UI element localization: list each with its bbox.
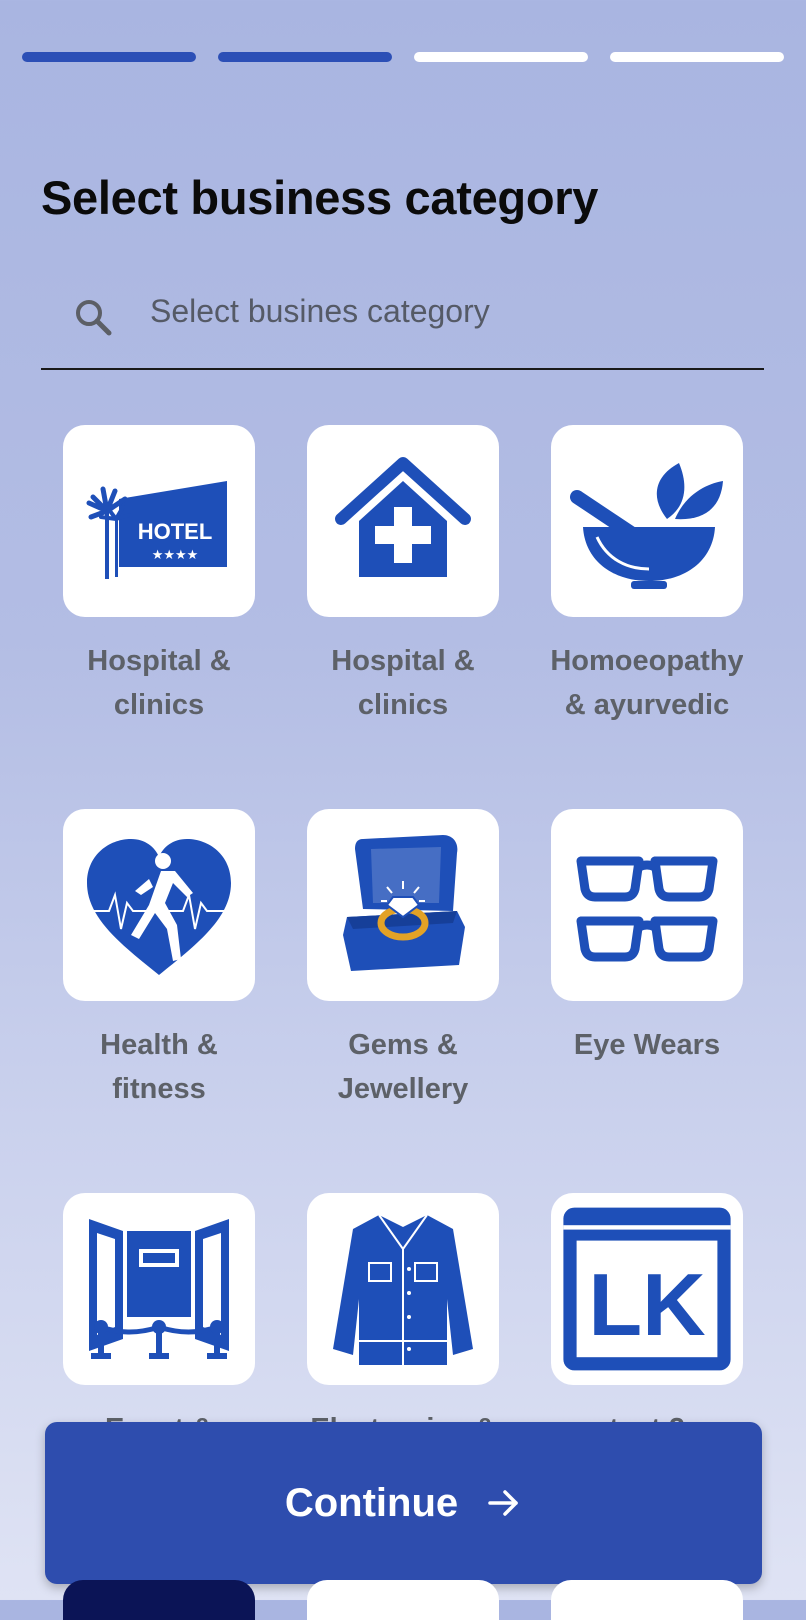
ring-box-icon: [343, 835, 465, 971]
category-tile[interactable]: HOTEL ★★★★: [63, 425, 255, 617]
next-row-tile-peek: [63, 1580, 255, 1620]
lk-logo-icon: LK: [563, 1207, 731, 1371]
progress-step-2: [218, 52, 392, 62]
search-bar[interactable]: [41, 278, 764, 370]
category-label: Hospital & clinics: [87, 645, 231, 721]
category-item[interactable]: HOTEL ★★★★ Hospital & clinics: [63, 425, 255, 727]
next-row-tile-peek: [551, 1580, 743, 1620]
category-tile[interactable]: [551, 809, 743, 1001]
category-tile[interactable]: [307, 1193, 499, 1385]
category-tile[interactable]: [63, 809, 255, 1001]
mortar-pestle-leaves-icon: [570, 463, 723, 589]
svg-text:LK: LK: [588, 1255, 705, 1354]
progress-step-4: [610, 52, 784, 62]
search-input[interactable]: [148, 278, 712, 344]
svg-text:HOTEL: HOTEL: [138, 519, 213, 544]
category-tile[interactable]: [307, 809, 499, 1001]
category-item[interactable]: Homoeopathy & ayurvedic: [550, 425, 743, 727]
continue-label: Continue: [284, 1480, 459, 1525]
category-tile[interactable]: [551, 425, 743, 617]
category-label: Eye Wears: [573, 1029, 721, 1061]
glasses-icon: [576, 856, 718, 962]
page-title: Select business category: [41, 171, 599, 224]
category-grid: HOTEL ★★★★ Hospital & clinics Hospital &…: [63, 425, 743, 1425]
progress-step-3: [414, 52, 588, 62]
category-label: Gems & Jewellery: [337, 1029, 469, 1105]
next-row-tile-peek: [307, 1580, 499, 1620]
arrow-right-icon: [488, 1490, 518, 1516]
svg-text:★★★★: ★★★★: [152, 548, 199, 563]
category-item[interactable]: Event &: [63, 1193, 255, 1425]
category-item[interactable]: Eye Wears: [551, 809, 743, 1067]
progress-indicator: [22, 52, 784, 62]
category-item[interactable]: Electronics &: [307, 1193, 499, 1425]
search-icon: [76, 300, 112, 336]
house-medical-cross-icon: [335, 457, 471, 577]
hotel-icon: HOTEL ★★★★: [86, 481, 227, 579]
heart-runner-icon: [83, 839, 235, 975]
category-item[interactable]: Hospital & clinics: [307, 425, 499, 727]
category-tile[interactable]: [63, 1193, 255, 1385]
category-item[interactable]: LK test 2: [551, 1193, 743, 1425]
continue-button[interactable]: Continue: [45, 1422, 762, 1584]
category-item[interactable]: Health & fitness: [63, 809, 255, 1111]
category-tile[interactable]: [307, 425, 499, 617]
category-label: Homoeopathy & ayurvedic: [550, 645, 743, 721]
category-item[interactable]: Gems & Jewellery: [307, 809, 499, 1111]
category-tile[interactable]: LK: [551, 1193, 743, 1385]
event-stage-icon: [89, 1219, 229, 1359]
progress-step-1: [22, 52, 196, 62]
category-label: Health & fitness: [100, 1029, 218, 1105]
category-label: Hospital & clinics: [331, 645, 475, 721]
denim-jacket-icon: [333, 1214, 473, 1365]
